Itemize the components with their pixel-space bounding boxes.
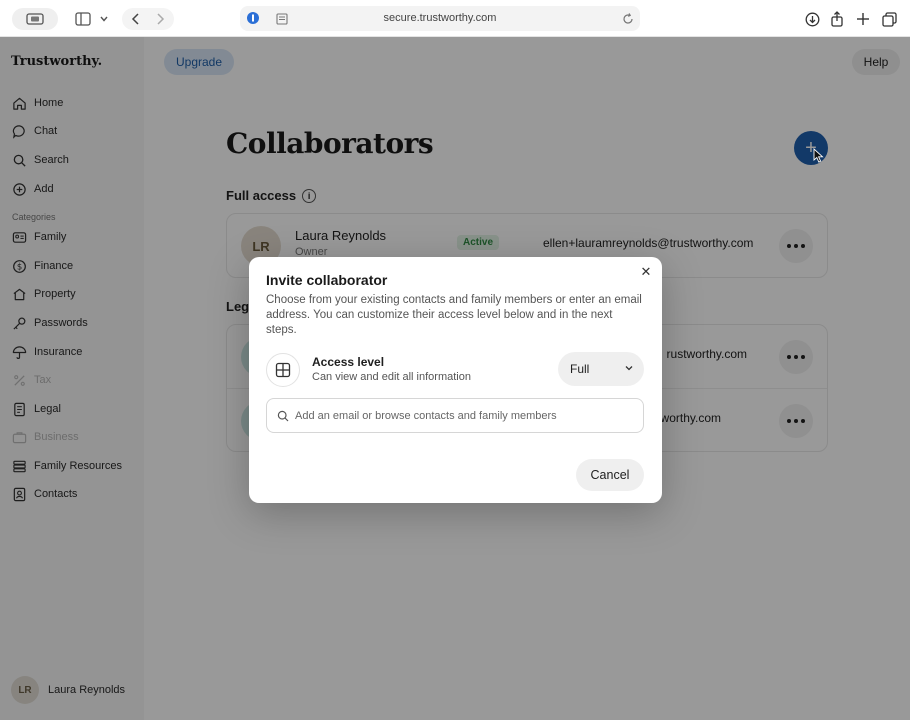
url-text: secure.trustworthy.com (383, 12, 497, 24)
reload-icon[interactable] (622, 12, 634, 30)
access-level-label: Access level (312, 355, 385, 369)
invite-search-field[interactable] (266, 398, 644, 433)
tab-overview-button[interactable] (12, 8, 58, 30)
tab-overview-icon (26, 13, 44, 25)
downloads-icon[interactable] (803, 10, 821, 28)
forward-arrow-icon[interactable] (155, 13, 165, 25)
grid-icon (266, 353, 300, 387)
access-level-description: Can view and edit all information (312, 371, 471, 383)
search-icon (277, 410, 289, 422)
chevron-down-icon (624, 362, 634, 376)
sidebar-toggle-icon[interactable] (74, 10, 92, 28)
browser-toolbar: secure.trustworthy.com (0, 0, 910, 37)
share-icon[interactable] (828, 10, 846, 28)
back-arrow-icon[interactable] (131, 13, 141, 25)
new-tab-icon[interactable] (854, 10, 872, 28)
tabs-overview-icon[interactable] (880, 10, 898, 28)
close-icon[interactable]: ✕ (639, 264, 653, 279)
chevron-down-icon[interactable] (95, 10, 113, 28)
dialog-description: Choose from your existing contacts and f… (266, 294, 642, 336)
address-bar[interactable]: secure.trustworthy.com (240, 6, 640, 31)
invite-collaborator-dialog: ✕ Invite collaborator Choose from your e… (249, 257, 662, 503)
cancel-button[interactable]: Cancel (576, 459, 644, 491)
access-level-select[interactable]: Full (558, 352, 644, 386)
dialog-title: Invite collaborator (266, 272, 388, 288)
mouse-cursor-icon (813, 147, 824, 168)
history-nav (122, 8, 174, 30)
invite-search-input[interactable] (295, 409, 625, 422)
access-level-value: Full (570, 362, 590, 376)
